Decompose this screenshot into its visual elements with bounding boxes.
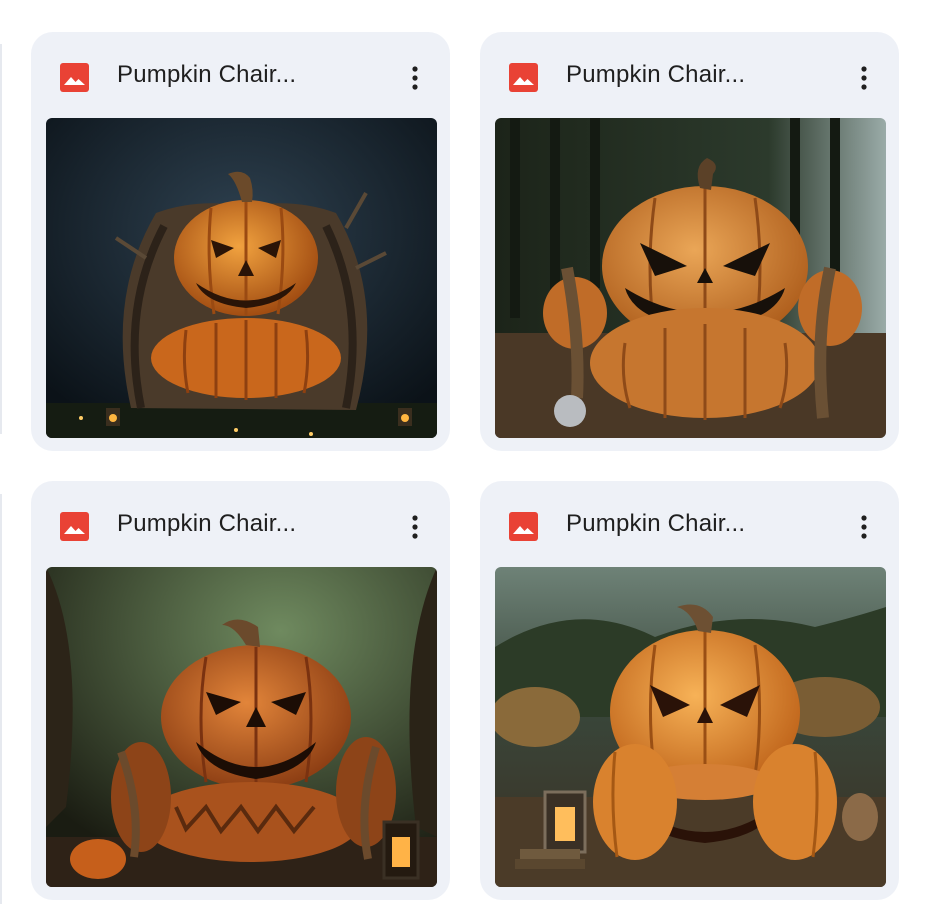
- file-card[interactable]: Pumpkin Chair...: [31, 32, 450, 451]
- file-thumbnail[interactable]: [495, 118, 886, 438]
- file-thumbnail[interactable]: [46, 118, 437, 438]
- pumpkin-chair-image: [46, 118, 437, 438]
- image-icon: [60, 512, 89, 541]
- file-card-header: Pumpkin Chair...: [480, 481, 899, 567]
- file-card[interactable]: Pumpkin Chair...: [480, 32, 899, 451]
- more-options-button[interactable]: [847, 507, 881, 547]
- left-divider-top: [0, 44, 2, 434]
- file-name: Pumpkin Chair...: [117, 61, 297, 88]
- image-icon: [509, 512, 538, 541]
- pumpkin-chair-image: [495, 567, 886, 887]
- file-thumbnail[interactable]: [46, 567, 437, 887]
- more-vert-icon: [861, 66, 867, 90]
- pumpkin-chair-image: [495, 118, 886, 438]
- more-options-button[interactable]: [847, 58, 881, 98]
- file-card-header: Pumpkin Chair...: [31, 32, 450, 118]
- file-card-header: Pumpkin Chair...: [480, 32, 899, 118]
- file-card[interactable]: Pumpkin Chair...: [480, 481, 899, 900]
- more-vert-icon: [412, 515, 418, 539]
- more-options-button[interactable]: [398, 58, 432, 98]
- more-vert-icon: [861, 515, 867, 539]
- file-card-header: Pumpkin Chair...: [31, 481, 450, 567]
- left-divider-bottom: [0, 494, 2, 904]
- image-icon: [509, 63, 538, 92]
- file-name: Pumpkin Chair...: [566, 61, 746, 88]
- file-name: Pumpkin Chair...: [566, 510, 746, 537]
- more-options-button[interactable]: [398, 507, 432, 547]
- image-icon: [60, 63, 89, 92]
- pumpkin-chair-image: [46, 567, 437, 887]
- more-vert-icon: [412, 66, 418, 90]
- file-card[interactable]: Pumpkin Chair...: [31, 481, 450, 900]
- file-name: Pumpkin Chair...: [117, 510, 297, 537]
- file-thumbnail[interactable]: [495, 567, 886, 887]
